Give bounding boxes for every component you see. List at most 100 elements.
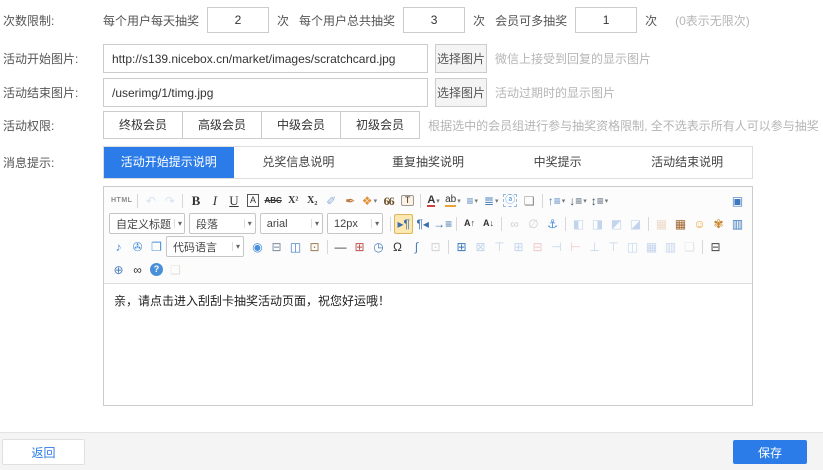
tab-win-tip[interactable]: 中奖提示: [493, 147, 623, 178]
total-unit: 次: [473, 12, 485, 29]
editor-toolbar: HTML↶↷BIUAABCX²X₂✐✒❖▾66TA▾ab▾≡▾≣▾ⓐ❏↑≡▾↓≡…: [104, 187, 752, 284]
toolbar-separator: [565, 217, 566, 231]
horizontal-rule-icon[interactable]: —: [331, 237, 350, 257]
toolbar-separator: [542, 194, 543, 208]
columns-icon[interactable]: ◫: [286, 237, 305, 257]
tab-redeem-info[interactable]: 兑奖信息说明: [234, 147, 364, 178]
emoticon-icon[interactable]: ☺: [690, 214, 709, 234]
font-border-icon[interactable]: A: [243, 191, 262, 211]
formula-icon[interactable]: ∫: [407, 237, 426, 257]
paste-doc-icon: ❑: [166, 260, 185, 280]
undo-icon: ↶: [141, 191, 160, 211]
per-day-input[interactable]: [207, 7, 269, 33]
merge-cells-icon: ◫: [623, 237, 642, 257]
html-source-button[interactable]: HTML: [109, 191, 134, 211]
ltr-icon[interactable]: ▸¶: [394, 214, 413, 234]
snapshot-icon[interactable]: ⊡: [305, 237, 324, 257]
video-icon[interactable]: ▥: [728, 214, 747, 234]
remove-format-icon[interactable]: ✐: [322, 191, 341, 211]
start-image-pick-button[interactable]: 选择图片: [435, 44, 487, 73]
toolbar-separator: [390, 217, 391, 231]
end-image-hint: 活动过期时的显示图片: [495, 84, 615, 101]
table-props-icon: ▥: [661, 237, 680, 257]
total-input[interactable]: [403, 7, 465, 33]
end-image-label: 活动结束图片:: [3, 84, 103, 101]
code-language-select[interactable]: 代码语言▾: [166, 236, 244, 257]
insert-time-icon[interactable]: ◷: [369, 237, 388, 257]
toolbar-separator: [420, 194, 421, 208]
per-day-label: 每个用户每天抽奖: [103, 12, 199, 29]
indent-icon[interactable]: →≡: [432, 214, 453, 234]
help-icon[interactable]: ?: [147, 260, 166, 280]
insert-table-icon[interactable]: ⊞: [452, 237, 471, 257]
campaign-settings-page: 次数限制: 每个用户每天抽奖 次 每个用户总共抽奖 次 会员可多抽奖 次 (0表…: [0, 0, 823, 470]
settings-form: 次数限制: 每个用户每天抽奖 次 每个用户总共抽奖 次 会员可多抽奖 次 (0表…: [0, 0, 823, 406]
save-button[interactable]: 保存: [733, 440, 807, 464]
font-size-up-icon[interactable]: A↑: [460, 214, 479, 234]
back-button[interactable]: 返回: [2, 439, 85, 465]
print-icon[interactable]: ⊟: [706, 237, 725, 257]
unordered-list-icon[interactable]: ≣▾: [482, 191, 501, 211]
insert-row-above-icon: ⊞: [509, 237, 528, 257]
editor-content[interactable]: 亲，请点击进入刮刮卡抽奖活动页面，祝您好运哦！: [104, 284, 752, 405]
special-char-icon[interactable]: Ω: [388, 237, 407, 257]
anchor-icon[interactable]: ⚓: [543, 214, 562, 234]
find-replace-icon[interactable]: ∞: [128, 260, 147, 280]
insert-image-icon[interactable]: ▦: [671, 214, 690, 234]
member-group: 终极会员 高级会员 中级会员 初级会员: [103, 111, 420, 139]
bold-icon[interactable]: B: [186, 191, 205, 211]
member-option-senior[interactable]: 高级会员: [182, 111, 262, 139]
limits-row: 次数限制: 每个用户每天抽奖 次 每个用户总共抽奖 次 会员可多抽奖 次 (0表…: [3, 7, 823, 33]
music-icon[interactable]: ♪: [109, 237, 128, 257]
delete-table-icon: ⊠: [471, 237, 490, 257]
italic-icon[interactable]: I: [205, 191, 224, 211]
paragraph-select[interactable]: 段落▾: [189, 213, 256, 234]
blockquote-icon[interactable]: 66: [379, 191, 398, 211]
pagebreak-icon[interactable]: ⊟: [267, 237, 286, 257]
superscript-icon[interactable]: X²: [284, 191, 303, 211]
paste-plain-icon[interactable]: T: [398, 191, 417, 211]
custom-title-select[interactable]: 自定义标题▾: [109, 213, 185, 234]
member-option-middle[interactable]: 中级会员: [261, 111, 341, 139]
doodle-icon[interactable]: ✾: [709, 214, 728, 234]
member-extra-input[interactable]: [575, 7, 637, 33]
start-image-input[interactable]: [103, 44, 428, 73]
image-icon: ▦: [652, 214, 671, 234]
font-family-select[interactable]: arial▾: [260, 213, 323, 234]
anchor-box-icon[interactable]: ⓐ: [501, 191, 520, 211]
paragraph-space-bottom-icon[interactable]: ↓≡▾: [567, 191, 589, 211]
unlink-icon: ∅: [524, 214, 543, 234]
member-option-ultimate[interactable]: 终极会员: [103, 111, 183, 139]
spray-color-icon[interactable]: ❖▾: [360, 191, 379, 211]
font-size-select[interactable]: 12px▾: [327, 213, 383, 234]
preview-icon[interactable]: ⊕: [109, 260, 128, 280]
format-brush-icon[interactable]: ✒: [341, 191, 360, 211]
font-color-icon[interactable]: A▾: [424, 191, 443, 211]
subscript-icon[interactable]: X₂: [303, 191, 322, 211]
paragraph-space-top-icon[interactable]: ↑≡▾: [546, 191, 568, 211]
font-size-down-icon[interactable]: A↓: [479, 214, 498, 234]
table-title-icon: ⊤: [490, 237, 509, 257]
fullscreen-icon[interactable]: ▣: [728, 191, 747, 211]
attachment-icon[interactable]: ✇: [128, 237, 147, 257]
blank-doc-icon[interactable]: ❏: [520, 191, 539, 211]
strikethrough-icon[interactable]: ABC: [262, 191, 283, 211]
tab-activity-start-tip[interactable]: 活动开始提示说明: [104, 147, 234, 178]
line-height-icon[interactable]: ↕≡▾: [589, 191, 611, 211]
underline-icon[interactable]: U: [224, 191, 243, 211]
map-icon[interactable]: ◉: [248, 237, 267, 257]
split-cells-icon: ▦: [642, 237, 661, 257]
toolbar-separator: [501, 217, 502, 231]
end-image-input[interactable]: [103, 78, 428, 107]
member-option-junior[interactable]: 初级会员: [340, 111, 420, 139]
highlight-color-icon[interactable]: ab▾: [443, 191, 463, 211]
tab-repeat-draw[interactable]: 重复抽奖说明: [363, 147, 493, 178]
end-image-pick-button[interactable]: 选择图片: [435, 78, 487, 107]
rtl-icon[interactable]: ¶◂: [413, 214, 432, 234]
insert-col-right-icon: ⊢: [566, 237, 585, 257]
tab-activity-end[interactable]: 活动结束说明: [622, 147, 752, 178]
start-image-hint: 微信上接受到回复的显示图片: [495, 50, 651, 67]
ordered-list-icon[interactable]: ≡▾: [463, 191, 482, 211]
insert-date-icon[interactable]: ⊞: [350, 237, 369, 257]
insert-doc-icon[interactable]: ❐: [147, 237, 166, 257]
